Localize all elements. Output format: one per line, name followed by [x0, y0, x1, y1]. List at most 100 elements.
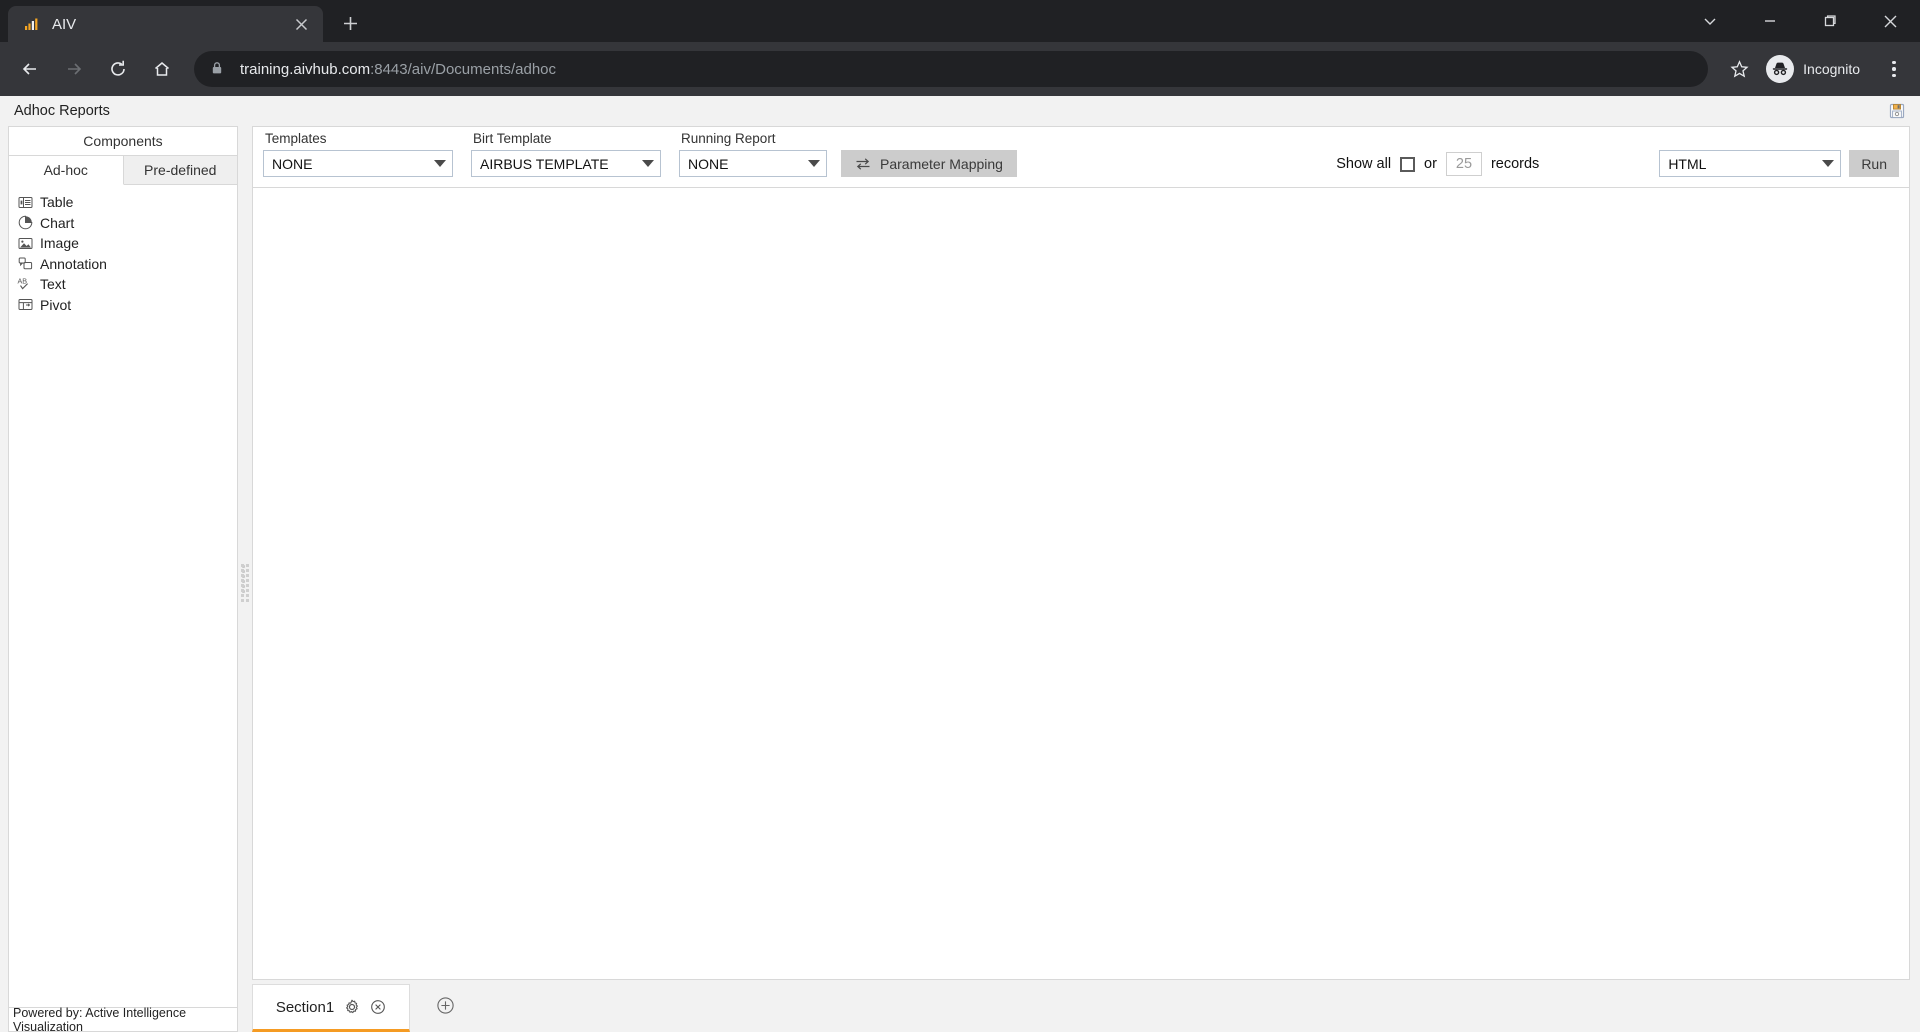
- chevron-down-icon: [1822, 160, 1835, 167]
- birt-template-select[interactable]: AIRBUS TEMPLATE: [471, 150, 661, 177]
- templates-label: Templates: [265, 131, 327, 146]
- panel-splitter[interactable]: [238, 126, 252, 1032]
- show-all-checkbox[interactable]: [1400, 156, 1416, 172]
- component-item-label: Pivot: [40, 296, 72, 313]
- image-icon: [17, 235, 33, 251]
- component-item-annotation[interactable]: Annotation: [9, 254, 237, 275]
- browser-toolbar: training.aivhub.com:8443/aiv/Documents/a…: [0, 42, 1920, 96]
- close-circle-icon[interactable]: [369, 999, 386, 1016]
- maximize-icon[interactable]: [1800, 0, 1860, 42]
- birt-template-field: Birt Template AIRBUS TEMPLATE: [471, 131, 661, 177]
- component-item-label: Chart: [40, 214, 75, 231]
- components-panel-header: Components: [9, 127, 237, 156]
- run-button[interactable]: Run: [1849, 150, 1899, 177]
- browser-tab-title: AIV: [52, 15, 77, 33]
- powered-by-label: Powered by: Active Intelligence Visualiz…: [13, 1005, 187, 1032]
- tab-ad-hoc[interactable]: Ad-hoc: [9, 156, 124, 185]
- pivot-table-icon: [17, 297, 33, 313]
- running-report-label: Running Report: [681, 131, 776, 146]
- browser-tabstrip: AIV: [0, 0, 1920, 42]
- or-label: or: [1424, 156, 1437, 172]
- tab-ad-hoc-label: Ad-hoc: [43, 162, 88, 178]
- pie-chart-icon: [17, 215, 33, 231]
- add-section-button[interactable]: [410, 984, 480, 1032]
- birt-template-value: AIRBUS TEMPLATE: [480, 155, 609, 172]
- swap-arrows-icon: [855, 157, 871, 171]
- gear-icon[interactable]: [343, 999, 360, 1016]
- plus-circle-icon: [436, 996, 455, 1020]
- url-host: training.aivhub.com: [240, 60, 371, 78]
- tab-pre-defined[interactable]: Pre-defined: [123, 156, 237, 184]
- section-tab-label: Section1: [275, 998, 335, 1016]
- report-canvas[interactable]: [252, 188, 1910, 980]
- component-item-image[interactable]: Image: [9, 233, 237, 254]
- components-list: Table Chart Image Annotation AB Text Piv…: [9, 185, 237, 1007]
- components-tabs: Ad-hoc Pre-defined: [9, 156, 237, 185]
- chevron-down-icon: [808, 160, 820, 167]
- new-tab-button[interactable]: [333, 6, 367, 40]
- component-item-label: Annotation: [40, 255, 107, 272]
- home-icon[interactable]: [143, 50, 181, 88]
- section-tab-bar: Section1: [252, 984, 1910, 1032]
- running-report-select[interactable]: NONE: [679, 150, 827, 177]
- birt-template-label: Birt Template: [473, 131, 552, 146]
- url-path: :8443/aiv/Documents/adhoc: [370, 60, 557, 78]
- splitter-grip-icon: [240, 564, 250, 602]
- components-panel: Components Ad-hoc Pre-defined Table Char…: [8, 126, 238, 1032]
- tab-pre-defined-label: Pre-defined: [144, 162, 217, 178]
- arrow-right-icon: [55, 50, 93, 88]
- parameter-mapping-button[interactable]: Parameter Mapping: [841, 150, 1017, 177]
- aiv-bars-icon: [22, 15, 40, 33]
- profile-label: Incognito: [1803, 61, 1860, 77]
- output-format-select[interactable]: HTML: [1659, 150, 1842, 177]
- show-all-label: Show all: [1336, 156, 1392, 172]
- browser-tab[interactable]: AIV: [8, 6, 323, 42]
- kebab-menu-icon[interactable]: [1876, 51, 1912, 87]
- address-bar-url: training.aivhub.com:8443/aiv/Documents/a…: [240, 61, 556, 78]
- window-close-icon[interactable]: [1860, 0, 1920, 42]
- browser-window: AIV training.aivhub.com:8443/aiv/Documen…: [0, 0, 1920, 1032]
- annotation-icon: [17, 256, 33, 272]
- component-item-chart[interactable]: Chart: [9, 213, 237, 234]
- minimize-icon[interactable]: [1740, 0, 1800, 42]
- lock-icon: [210, 61, 226, 77]
- page-title: Adhoc Reports: [14, 103, 110, 119]
- templates-select[interactable]: NONE: [263, 150, 453, 177]
- component-item-label: Text: [40, 276, 66, 293]
- address-bar[interactable]: training.aivhub.com:8443/aiv/Documents/a…: [194, 51, 1709, 87]
- close-icon[interactable]: [289, 12, 313, 36]
- report-toolbar: Templates NONE Birt Template AIRBUS TEMP…: [252, 126, 1910, 188]
- output-format-field: HTML: [1659, 150, 1842, 177]
- templates-value: NONE: [272, 155, 313, 172]
- templates-field: Templates NONE: [263, 131, 453, 177]
- reload-icon[interactable]: [99, 50, 137, 88]
- table-icon: [17, 194, 33, 210]
- star-icon[interactable]: [1722, 52, 1756, 86]
- text-ab-icon: AB: [17, 276, 33, 292]
- workspace: Components Ad-hoc Pre-defined Table Char…: [0, 126, 1920, 1032]
- chevron-down-icon[interactable]: [1680, 0, 1740, 42]
- component-item-table[interactable]: Table: [9, 192, 237, 213]
- component-item-pivot[interactable]: Pivot: [9, 295, 237, 316]
- save-floppy-icon[interactable]: [1886, 100, 1908, 122]
- component-item-text[interactable]: AB Text: [9, 274, 237, 295]
- profile-incognito-button[interactable]: Incognito: [1762, 52, 1874, 86]
- app-footer: Powered by: Active Intelligence Visualiz…: [9, 1005, 237, 1032]
- component-item-label: Image: [40, 235, 79, 252]
- running-report-value: NONE: [688, 155, 729, 172]
- running-report-field: Running Report NONE: [679, 131, 827, 177]
- parameter-mapping-label: Parameter Mapping: [880, 155, 1003, 172]
- section-tab-section1[interactable]: Section1: [252, 984, 410, 1032]
- report-main-panel: Templates NONE Birt Template AIRBUS TEMP…: [252, 126, 1912, 1032]
- page-content: Adhoc Reports Components Ad-hoc Pre-defi…: [0, 96, 1920, 1032]
- chevron-down-icon: [434, 160, 446, 167]
- arrow-left-icon[interactable]: [11, 50, 49, 88]
- app-header: Adhoc Reports: [0, 96, 1920, 126]
- window-controls: [1680, 0, 1920, 42]
- component-item-label: Table: [40, 194, 74, 211]
- svg-text:AB: AB: [18, 277, 28, 286]
- records-label: records: [1490, 156, 1540, 172]
- records-input[interactable]: 25: [1445, 152, 1482, 176]
- run-button-label: Run: [1861, 155, 1887, 172]
- chevron-down-icon: [642, 160, 654, 167]
